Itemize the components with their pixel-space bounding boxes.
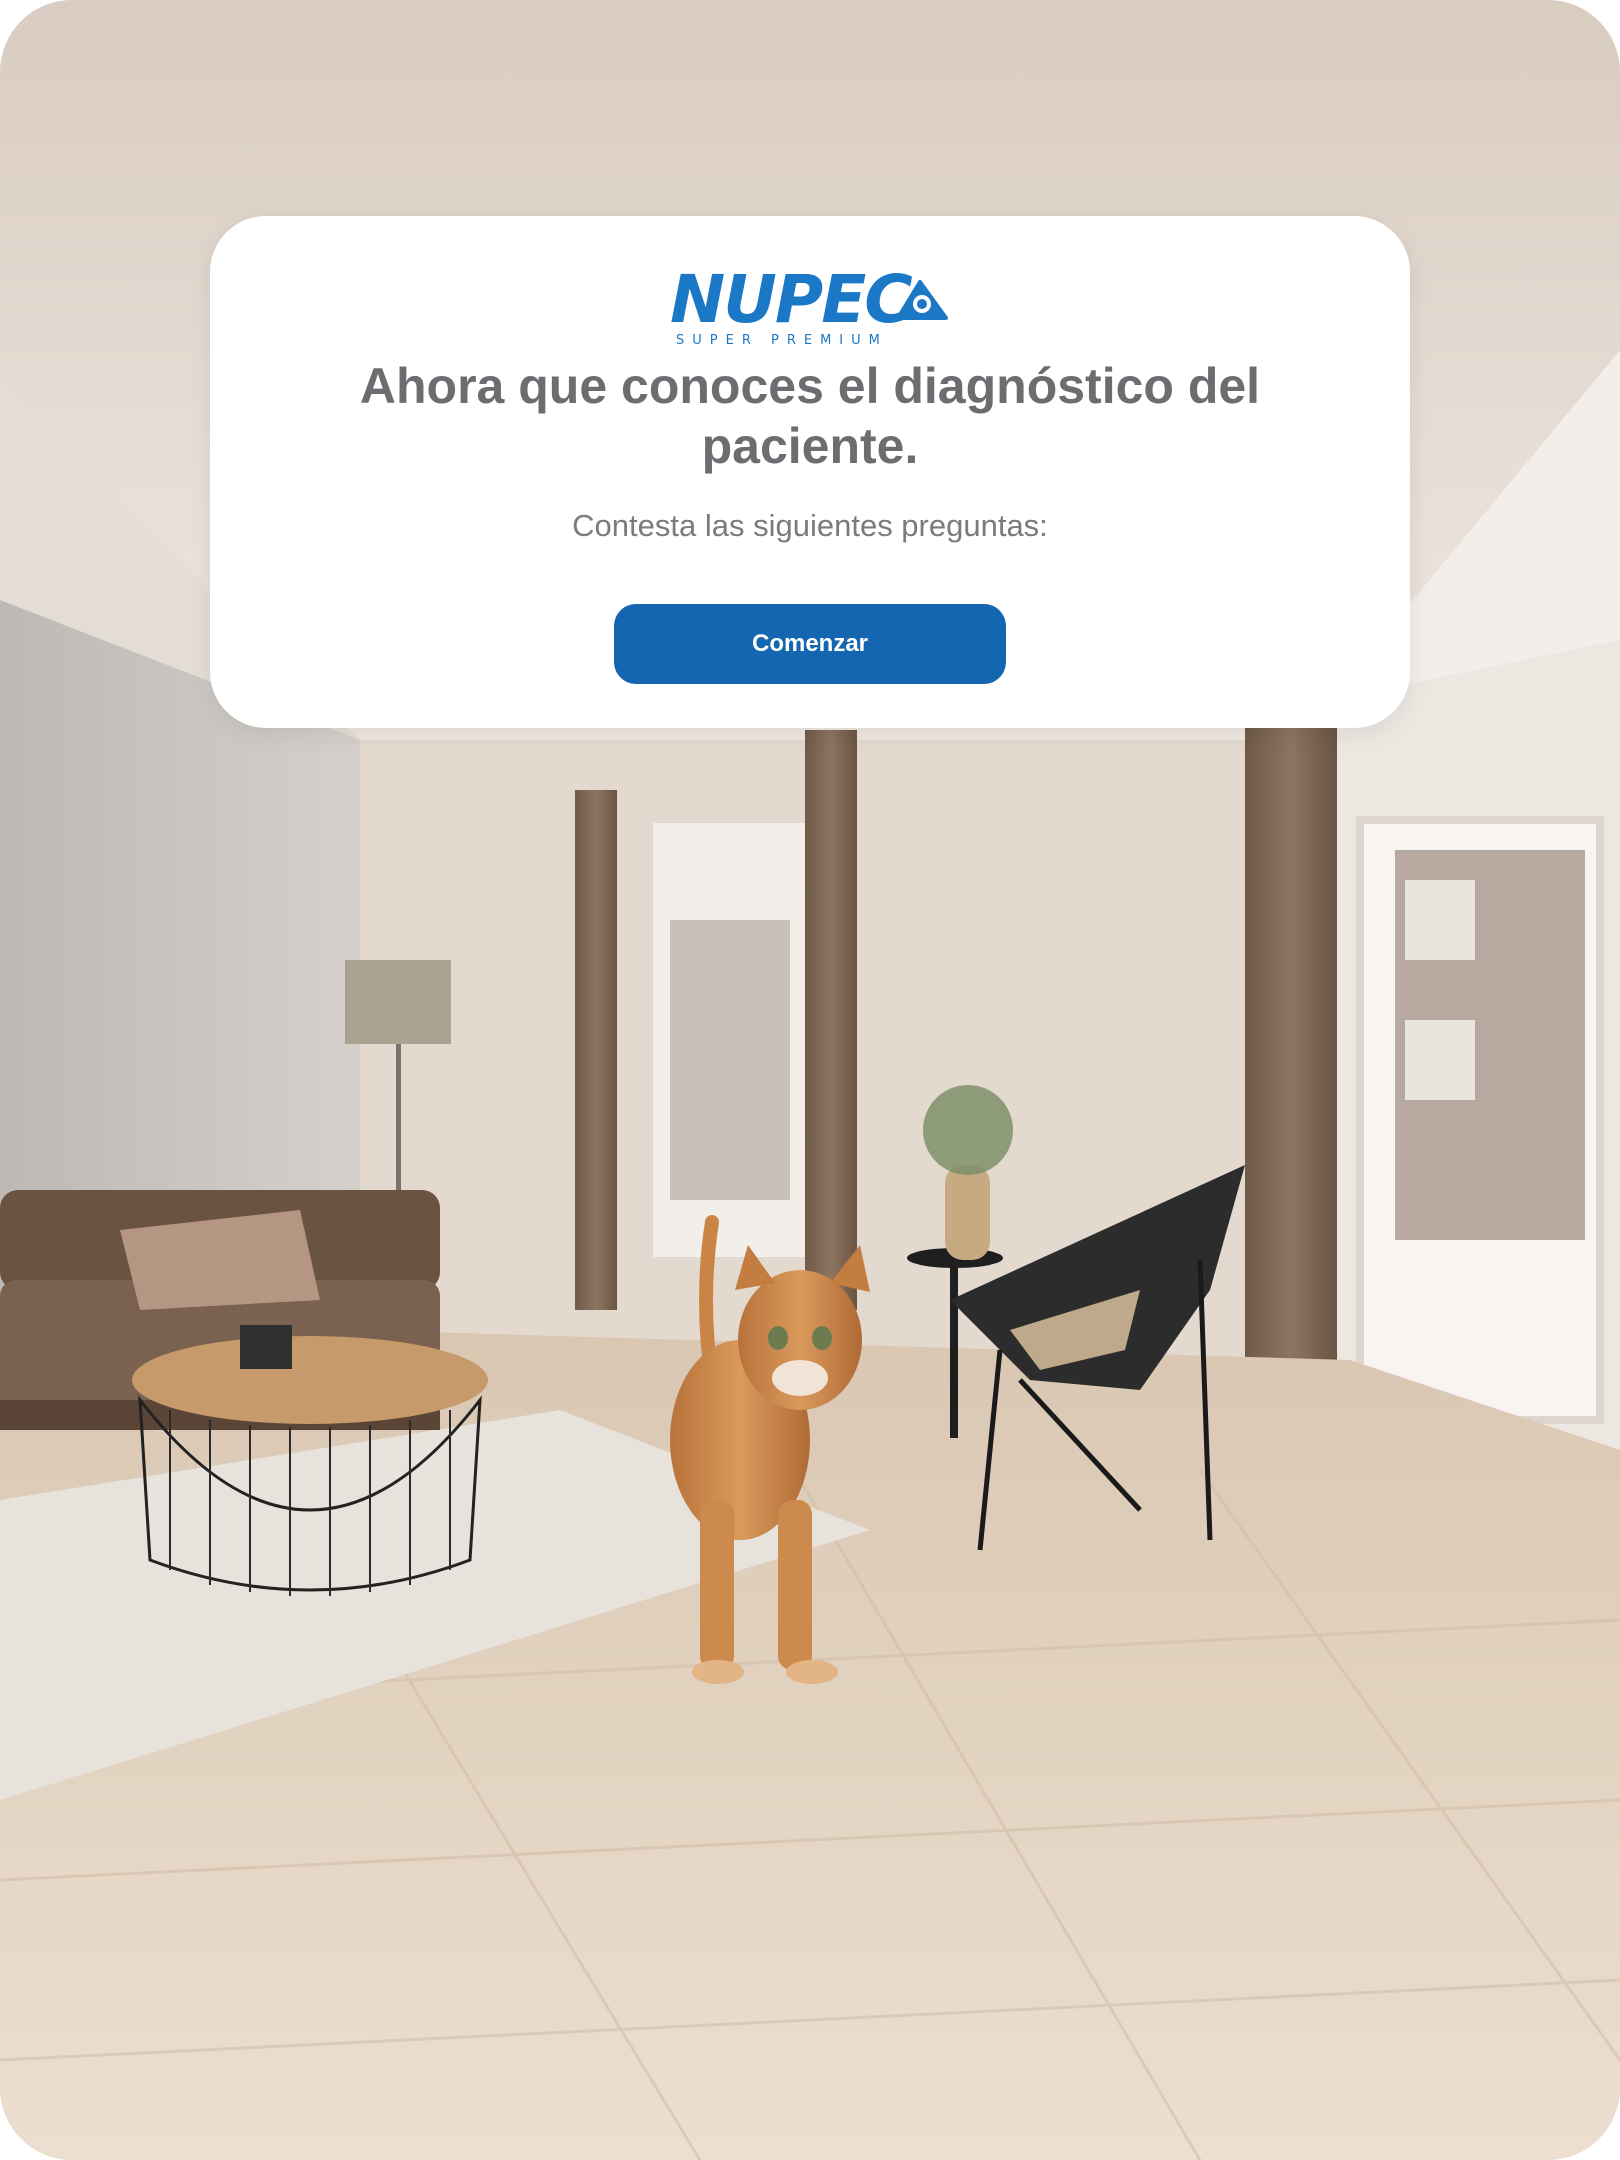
logo-registered-mark: MR: [898, 275, 912, 285]
intro-dialog: NUPEC MR SUPER PREMIUM Ahora que conoces…: [210, 216, 1410, 728]
nupec-logo-graphic: NUPEC MR SUPER PREMIUM: [670, 261, 948, 348]
nupec-logo: NUPEC MR SUPER PREMIUM: [210, 260, 1410, 350]
dialog-subtitle: Contesta las siguientes preguntas:: [572, 508, 1048, 543]
logo-tagline: SUPER PREMIUM: [676, 333, 888, 348]
start-button[interactable]: Comenzar: [614, 604, 1006, 684]
app-screen: NUPEC MR SUPER PREMIUM Ahora que conoces…: [0, 0, 1620, 2160]
dialog-title: Ahora que conoces el diagnóstico del pac…: [359, 358, 1261, 474]
logo-wordmark: NUPEC: [670, 261, 912, 338]
